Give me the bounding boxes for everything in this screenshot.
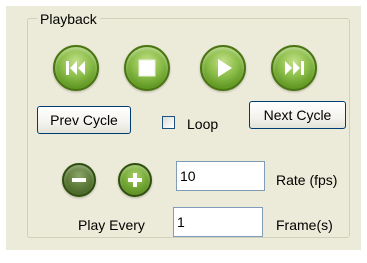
minus-icon [72,178,86,182]
next-cycle-button[interactable]: Next Cycle [249,101,346,129]
rate-input[interactable] [176,161,265,191]
loop-label: Loop [187,116,219,132]
playback-group-title: Playback [37,11,100,27]
play-every-input[interactable] [173,207,263,237]
rate-label: Rate (fps) [276,172,338,188]
stop-button[interactable] [124,45,170,91]
stop-icon [138,59,156,77]
prev-cycle-button[interactable]: Prev Cycle [37,106,131,134]
skip-forward-icon [285,61,304,75]
skip-back-icon [66,61,85,75]
skip-back-button[interactable] [53,45,99,91]
skip-forward-button[interactable] [271,45,317,91]
increase-rate-button[interactable] [118,163,152,197]
plus-icon [128,173,142,187]
frames-label: Frame(s) [276,217,333,233]
decrease-rate-button[interactable] [62,163,96,197]
play-icon [218,59,232,77]
play-every-label: Play Every [78,217,145,233]
play-button[interactable] [200,45,246,91]
loop-checkbox[interactable] [162,116,175,129]
